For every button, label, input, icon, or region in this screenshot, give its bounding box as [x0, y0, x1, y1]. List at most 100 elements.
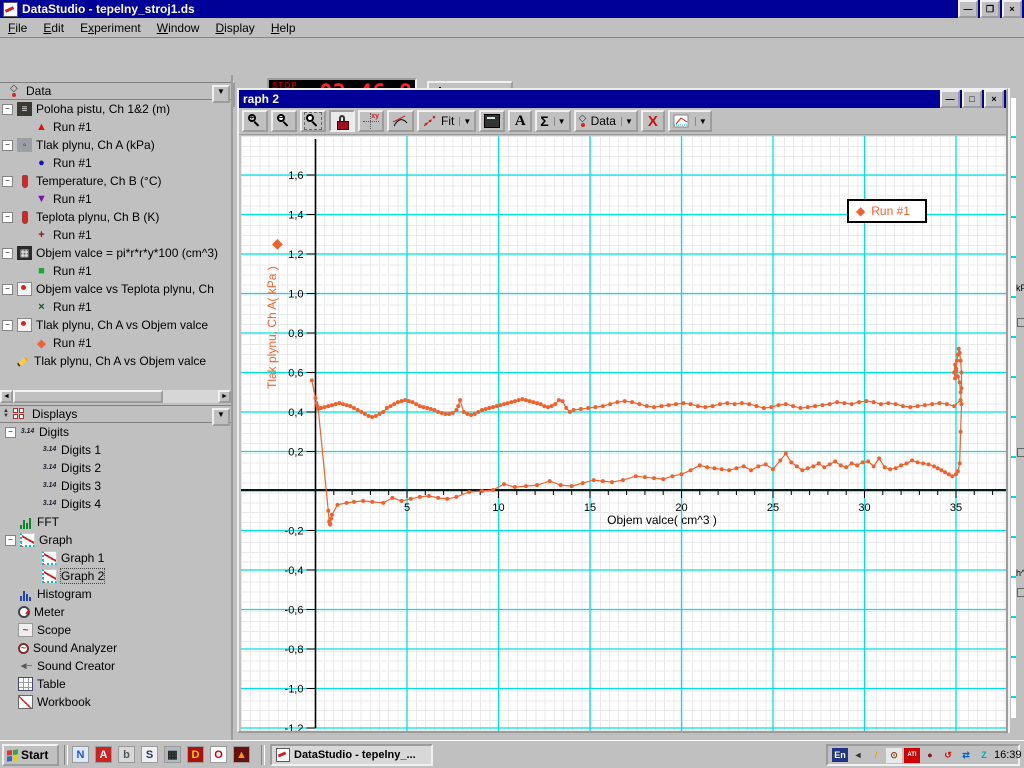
tray-scheduler-icon[interactable]: ⊙	[886, 748, 902, 763]
tray-mouse-icon[interactable]: ●	[922, 748, 938, 763]
display-fft[interactable]: FFT	[0, 513, 231, 531]
data-menu-button[interactable]: Data▼	[574, 110, 638, 132]
display-digits-3[interactable]: 3.14Digits 3	[0, 477, 231, 495]
data-run-3[interactable]: ▼Run #1	[0, 190, 231, 208]
data-run-2[interactable]: ●Run #1	[0, 154, 231, 172]
expand-box[interactable]: −	[5, 427, 16, 438]
display-digits-1[interactable]: 3.14Digits 1	[0, 441, 231, 459]
close-button[interactable]: ×	[1002, 0, 1022, 18]
data-item-5[interactable]: −▦Objem valce = pi*r*r*y*100 (cm^3)	[0, 244, 231, 262]
data-run-7[interactable]: ◆Run #1	[0, 334, 231, 352]
menu-window[interactable]: Window	[149, 19, 208, 37]
quick-launch-acrobat-reader-icon[interactable]: A	[95, 746, 112, 763]
statistics-button[interactable]: Σ▼	[535, 110, 570, 132]
x-axis-label[interactable]: Objem valce( cm^3 )	[587, 513, 737, 527]
language-indicator[interactable]: En	[832, 748, 848, 762]
start-menu-button[interactable]: Start	[2, 744, 59, 766]
data-item-1[interactable]: −≡Poloha pistu, Ch 1&2 (m)	[0, 100, 231, 118]
minimize-button[interactable]: —	[958, 0, 978, 18]
expand-box[interactable]: −	[2, 320, 13, 331]
slope-tool-button[interactable]	[387, 110, 414, 132]
quick-launch-flame-icon[interactable]: ▲	[233, 746, 250, 763]
quick-launch-calculator-icon[interactable]: ▦	[164, 746, 181, 763]
calculate-button[interactable]	[479, 110, 505, 132]
dropdown-arrow-icon[interactable]: ▼	[695, 117, 707, 126]
data-run-4[interactable]: +Run #1	[0, 226, 231, 244]
menu-edit[interactable]: Edit	[35, 19, 72, 37]
display-graph[interactable]: −Graph	[0, 531, 231, 549]
menu-experiment[interactable]: Experiment	[72, 19, 149, 37]
data-run-6[interactable]: ×Run #1	[0, 298, 231, 316]
scroll-left-button[interactable]: ◄	[0, 390, 13, 403]
scroll-right-button[interactable]: ►	[218, 390, 231, 403]
tray-ati-icon[interactable]: ATI	[904, 748, 920, 763]
display-graph-1[interactable]: Graph 1	[0, 549, 231, 567]
scroll-thumb[interactable]	[13, 390, 163, 403]
data-tree-hscrollbar[interactable]: ◄ ►	[0, 390, 231, 403]
restore-button[interactable]: ❐	[980, 0, 1000, 18]
zoom-select-button[interactable]	[300, 110, 326, 132]
menu-display[interactable]: Display	[207, 19, 262, 37]
quick-launch-notes-icon[interactable]: N	[72, 746, 89, 763]
data-run-1[interactable]: ▲Run #1	[0, 118, 231, 136]
graph-titlebar[interactable]: raph 2 — □ ×	[239, 90, 1006, 108]
dropdown-arrow-icon[interactable]: ▼	[459, 117, 471, 126]
display-digits-2[interactable]: 3.14Digits 2	[0, 459, 231, 477]
displays-panel-header[interactable]: ▲▼ Displays ▼	[0, 405, 231, 423]
display-graph-2[interactable]: Graph 2	[0, 567, 231, 585]
graph-minimize-button[interactable]: —	[940, 90, 960, 108]
expand-box[interactable]: −	[2, 284, 13, 295]
smart-tool-button[interactable]: xy	[358, 110, 384, 132]
display-digits-4[interactable]: 3.14Digits 4	[0, 495, 231, 513]
data-run-5[interactable]: ■Run #1	[0, 262, 231, 280]
display-table[interactable]: Table	[0, 675, 231, 693]
tray-volume-icon[interactable]: ◄	[850, 748, 866, 763]
y-axis-label[interactable]: Tlak plynu, Ch A( kPa )	[265, 248, 279, 408]
tray-network-icon[interactable]: ⇄	[958, 748, 974, 763]
task-button-datastudio[interactable]: DataStudio - tepelny_...	[270, 744, 433, 766]
expand-box[interactable]: −	[2, 176, 13, 187]
data-item-2[interactable]: −◦Tlak plynu, Ch A (kPa)	[0, 136, 231, 154]
delete-button[interactable]: X	[641, 110, 665, 132]
tray-sync-icon[interactable]: ↺	[940, 748, 956, 763]
data-item-3[interactable]: −Temperature, Ch B (°C)	[0, 172, 231, 190]
expand-box[interactable]: −	[2, 140, 13, 151]
tray-pen-icon[interactable]: /	[868, 748, 884, 763]
lock-axes-button[interactable]	[329, 110, 355, 132]
quick-launch-bird-icon[interactable]: b	[118, 746, 135, 763]
display-scope[interactable]: ~Scope	[0, 621, 231, 639]
graph-maximize-button[interactable]: □	[962, 90, 982, 108]
display-sound-creator[interactable]: ◄~Sound Creator	[0, 657, 231, 675]
data-panel-header[interactable]: Data ▼	[0, 82, 231, 100]
expand-box[interactable]: −	[2, 104, 13, 115]
data-item-7[interactable]: −Tlak plynu, Ch A vs Objem valce	[0, 316, 231, 334]
graph-settings-button[interactable]: ▼	[668, 110, 712, 132]
data-item-4[interactable]: −Teplota plynu, Ch B (K)	[0, 208, 231, 226]
fit-menu-button[interactable]: Fit▼	[417, 110, 476, 132]
expand-box[interactable]: −	[2, 248, 13, 259]
svg-text:1,6: 1,6	[288, 170, 303, 182]
zoom-out-button[interactable]: −	[271, 110, 297, 132]
display-histogram[interactable]: Histogram	[0, 585, 231, 603]
expand-box[interactable]: −	[5, 535, 16, 546]
menu-file[interactable]: File	[0, 19, 35, 37]
display-workbook[interactable]: Workbook	[0, 693, 231, 711]
display-digits[interactable]: −3.14Digits	[0, 423, 231, 441]
quick-launch-ink-pen-icon[interactable]: S	[141, 746, 158, 763]
quick-launch-dragon-icon[interactable]: D	[187, 746, 204, 763]
display-sound-analyzer[interactable]: ~Sound Analyzer	[0, 639, 231, 657]
data-item-8[interactable]: Tlak plynu, Ch A vs Objem valce	[0, 352, 231, 370]
menu-help[interactable]: Help	[263, 19, 304, 37]
quick-launch-opera-icon[interactable]: O	[210, 746, 227, 763]
display-meter[interactable]: Meter	[0, 603, 231, 621]
expand-box[interactable]: −	[2, 212, 13, 223]
text-annotation-button[interactable]: A	[508, 110, 532, 132]
data-item-6[interactable]: −Objem valce vs Teplota plynu, Ch	[0, 280, 231, 298]
plot-area[interactable]: 1,61,41,21,00,80,60,40,2-0,2-0,4-0,6-0,8…	[241, 136, 1006, 731]
dropdown-arrow-icon[interactable]: ▼	[621, 117, 633, 126]
graph-close-button[interactable]: ×	[984, 90, 1004, 108]
zoom-in-button[interactable]: +	[242, 110, 268, 132]
dropdown-arrow-icon[interactable]: ▼	[554, 117, 566, 126]
tray-modem-icon[interactable]: Z	[976, 748, 992, 763]
legend[interactable]: ◆ Run #1	[847, 199, 927, 223]
